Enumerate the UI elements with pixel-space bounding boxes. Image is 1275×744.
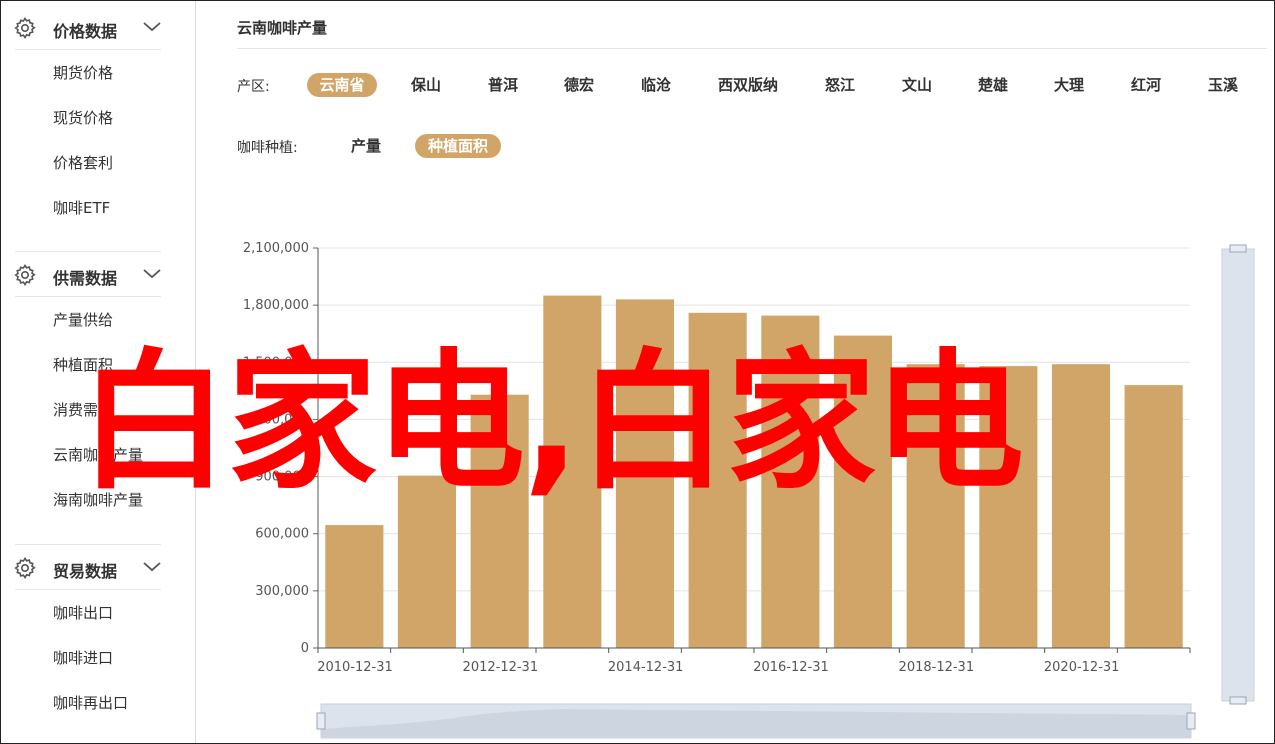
region-pill-nujiang[interactable]: 怒江 — [815, 73, 865, 97]
region-pill-dali[interactable]: 大理 — [1044, 73, 1094, 97]
gear-icon — [14, 17, 36, 39]
sidebar-item-coffee-export[interactable]: 咖啡出口 — [53, 602, 113, 623]
bar[interactable] — [1051, 364, 1110, 648]
region-pill-xishuangbanna[interactable]: 西双版纳 — [708, 73, 788, 97]
sidebar-item-coffee-etf[interactable]: 咖啡ETF — [53, 197, 110, 218]
divider — [15, 49, 161, 50]
sidebar-item-coffee-import[interactable]: 咖啡进口 — [53, 647, 113, 668]
divider — [237, 48, 1267, 49]
group-header-price[interactable]: 价格数据 — [1, 4, 195, 50]
bar[interactable] — [615, 299, 674, 648]
bar[interactable] — [470, 394, 529, 648]
region-pill-lincang[interactable]: 临沧 — [631, 73, 681, 97]
sidebar-group-price: 价格数据 — [1, 4, 195, 50]
sidebar-group-trade: 贸易数据 — [1, 544, 195, 590]
zoom-handle-top[interactable] — [1229, 244, 1247, 253]
gear-icon — [14, 557, 36, 579]
region-pill-baoshan[interactable]: 保山 — [401, 73, 451, 97]
bar[interactable] — [325, 525, 384, 648]
zoom-handle-right[interactable] — [1186, 712, 1196, 730]
chevron-down-icon — [143, 269, 161, 279]
sidebar-item-hainan-production[interactable]: 海南咖啡产量 — [53, 489, 143, 510]
bar[interactable] — [833, 335, 892, 648]
sidebar-item-production-supply[interactable]: 产量供给 — [53, 309, 113, 330]
sidebar-item-yunnan-production[interactable]: 云南咖啡产量 — [53, 444, 143, 465]
type-pill-output[interactable]: 产量 — [336, 134, 396, 158]
bar[interactable] — [543, 295, 602, 648]
sidebar-item-coffee-reexport[interactable]: 咖啡再出口 — [53, 692, 128, 713]
bar[interactable] — [397, 475, 456, 648]
divider — [15, 589, 161, 590]
group-title-trade: 贸易数据 — [53, 562, 118, 581]
group-header-supply[interactable]: 供需数据 — [1, 251, 195, 297]
horizontal-zoom-slider[interactable] — [316, 703, 1196, 739]
page-title: 云南咖啡产量 — [237, 19, 328, 37]
group-header-trade[interactable]: 贸易数据 — [1, 544, 195, 590]
sidebar-item-spot-price[interactable]: 现货价格 — [53, 107, 113, 128]
region-pill-puer[interactable]: 普洱 — [478, 73, 528, 97]
sidebar-item-price-arbitrage[interactable]: 价格套利 — [53, 152, 113, 173]
sidebar-item-planting-area[interactable]: 种植面积 — [53, 354, 113, 375]
chevron-down-icon — [143, 22, 161, 32]
gear-icon — [14, 264, 36, 286]
type-pill-planting-area[interactable]: 种植面积 — [415, 134, 501, 158]
zoom-handle-left[interactable] — [316, 712, 326, 730]
sidebar-item-futures-price[interactable]: 期货价格 — [53, 62, 113, 83]
group-title-supply: 供需数据 — [53, 269, 118, 288]
region-pill-dehong[interactable]: 德宏 — [554, 73, 604, 97]
region-pill-yunnan[interactable]: 云南省 — [307, 73, 377, 97]
bar[interactable] — [761, 315, 820, 648]
app-window: 价格数据 期货价格 现货价格 价格套利 咖啡ETF 供需数据 产量供给 种植面积… — [0, 0, 1275, 744]
chevron-down-icon — [143, 562, 161, 572]
sidebar-item-consumption-demand[interactable]: 消费需求 — [53, 399, 113, 420]
vertical-zoom-slider[interactable] — [1221, 244, 1255, 705]
sidebar-group-supply: 供需数据 — [1, 251, 195, 297]
zoom-handle-bottom[interactable] — [1229, 696, 1247, 705]
group-title-price: 价格数据 — [53, 22, 118, 41]
region-label: 产区: — [237, 79, 270, 95]
region-pill-honghe[interactable]: 红河 — [1121, 73, 1171, 97]
sidebar: 价格数据 期货价格 现货价格 价格套利 咖啡ETF 供需数据 产量供给 种植面积… — [1, 1, 196, 743]
type-label: 咖啡种植: — [237, 140, 298, 156]
bar[interactable] — [979, 366, 1038, 648]
bar[interactable] — [1124, 385, 1183, 648]
divider — [15, 296, 161, 297]
region-pill-wenshan[interactable]: 文山 — [892, 73, 942, 97]
bar[interactable] — [906, 364, 965, 648]
bar[interactable] — [688, 312, 747, 648]
region-pill-chuxiong[interactable]: 楚雄 — [968, 73, 1018, 97]
region-pill-yuxi[interactable]: 玉溪 — [1198, 73, 1248, 97]
